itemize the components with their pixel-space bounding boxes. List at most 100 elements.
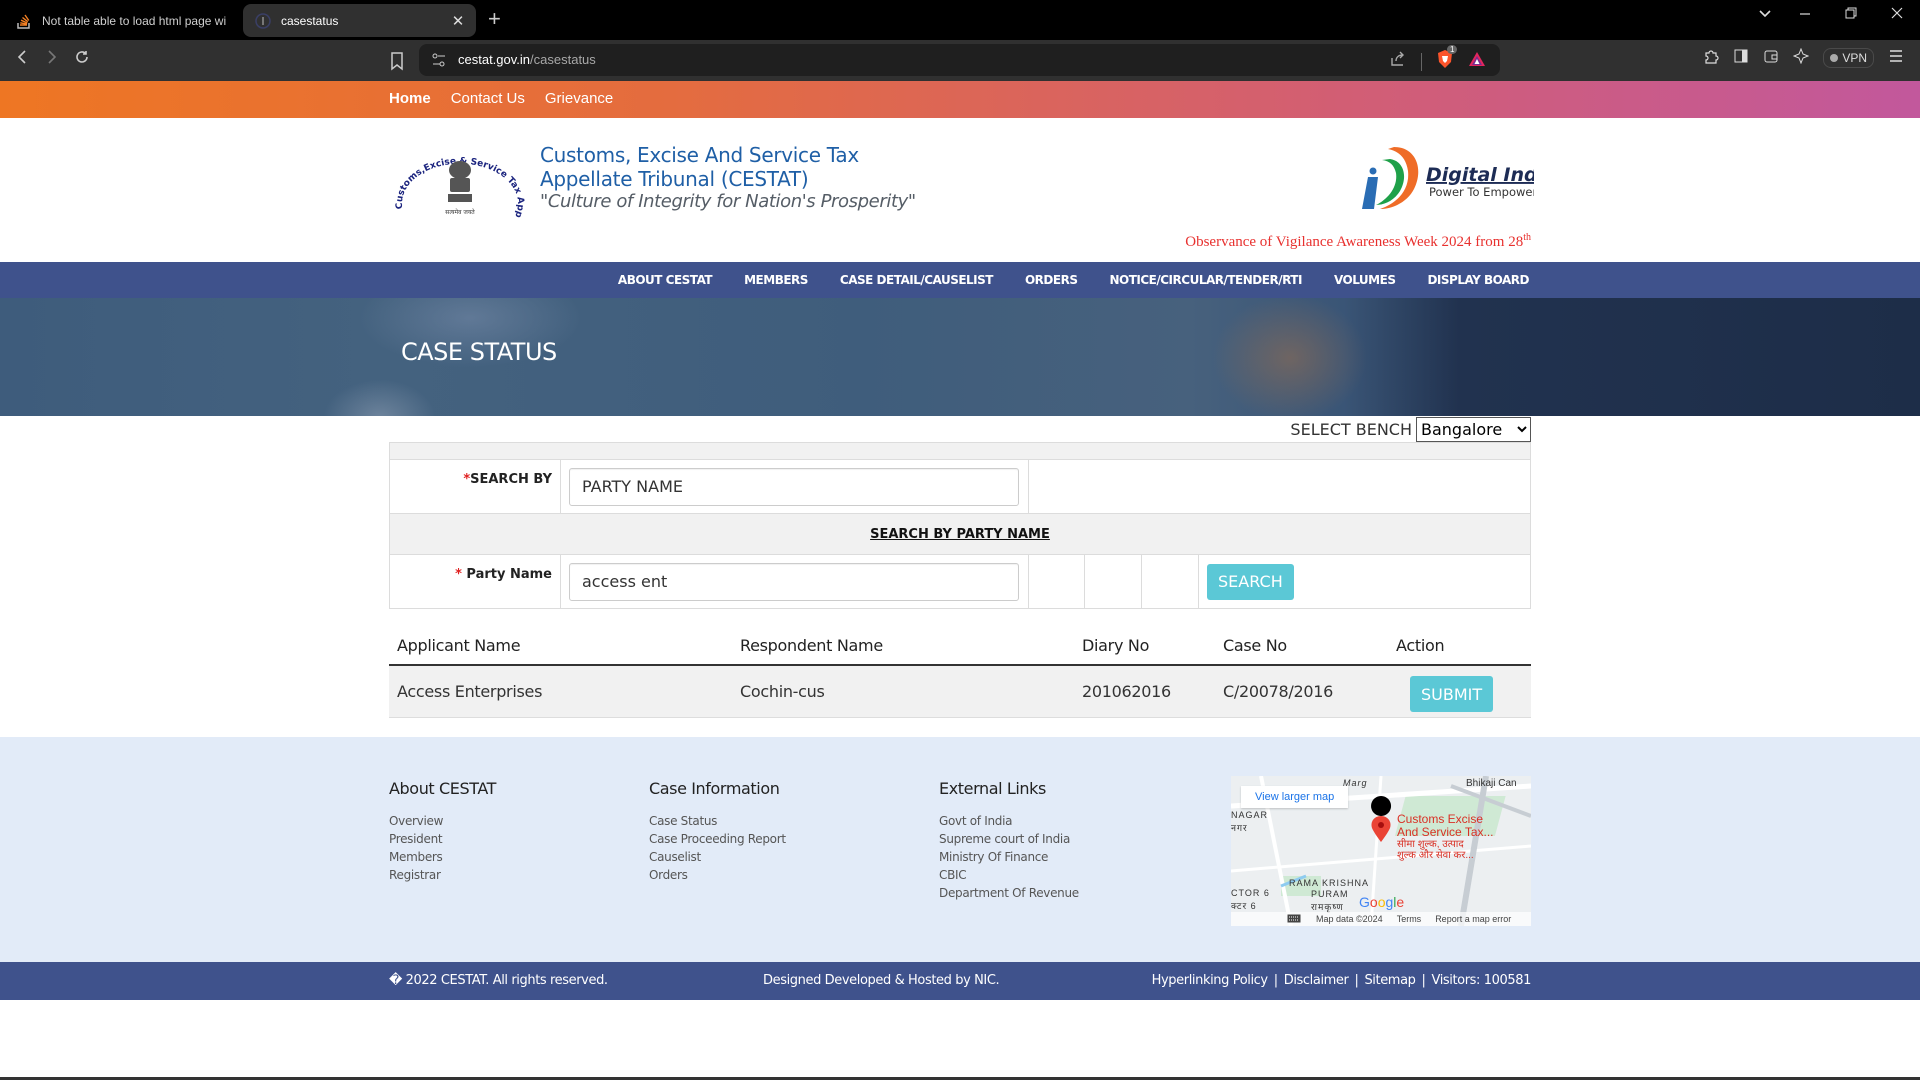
sidebar-icon[interactable]: [1733, 48, 1749, 68]
empty-cell: [1028, 554, 1085, 609]
search-form: *SEARCH BY SEARCH BY PARTY NAME * Party …: [389, 442, 1531, 609]
restore-icon[interactable]: [1836, 6, 1866, 25]
footer-link-causelist[interactable]: Causelist: [649, 848, 786, 866]
new-tab-button[interactable]: +: [488, 6, 501, 32]
close-window-icon[interactable]: [1882, 6, 1912, 25]
footer-link-cbic[interactable]: CBIC: [939, 866, 1079, 884]
footer-link-govt-of-india[interactable]: Govt of India: [939, 812, 1079, 830]
menu-notice-circular-tender-rti[interactable]: NOTICE/CIRCULAR/TENDER/RTI: [1109, 273, 1302, 287]
url-path: /casestatus: [530, 52, 596, 67]
google-logo: Google: [1359, 894, 1405, 910]
top-nav: Home Contact Us Grievance: [0, 81, 1920, 118]
separator: |: [1421, 973, 1426, 988]
page-title: CASE STATUS: [401, 338, 557, 366]
footer-link-overview[interactable]: Overview: [389, 812, 496, 830]
footer-link-ministry-of-finance[interactable]: Ministry Of Finance: [939, 848, 1079, 866]
leo-ai-icon[interactable]: [1792, 47, 1810, 68]
footer-link-registrar[interactable]: Registrar: [389, 866, 496, 884]
menu-display-board[interactable]: DISPLAY BOARD: [1427, 273, 1529, 287]
applicant-name-cell: Access Enterprises: [389, 665, 732, 718]
map-label: RAMA KRISHNA: [1289, 878, 1370, 888]
footer-link-department-of-revenue[interactable]: Department Of Revenue: [939, 884, 1079, 902]
empty-cell: [1084, 554, 1142, 609]
place-name-line2: And Service Tax...: [1397, 825, 1494, 839]
map-label: Bhikaji Can: [1466, 778, 1517, 789]
visitor-count: Visitors: 100581: [1431, 973, 1531, 988]
nav-contact-us-link[interactable]: Contact Us: [451, 90, 525, 107]
extensions-icon[interactable]: [1703, 48, 1719, 68]
footer-link-orders[interactable]: Orders: [649, 866, 786, 884]
footer-bottom-bar: � 2022 CESTAT. All rights reserved. Desi…: [0, 962, 1920, 1000]
org-title-line1: Customs, Excise And Service Tax: [540, 143, 859, 167]
address-bar[interactable]: cestat.gov.in/casestatus 1: [419, 44, 1500, 76]
map-label: नगर: [1231, 823, 1248, 833]
share-icon[interactable]: [1389, 50, 1407, 73]
tab-title: casestatus: [281, 13, 339, 28]
minimize-icon[interactable]: [1790, 6, 1820, 25]
party-name-input[interactable]: [569, 562, 1019, 601]
nav-home-link[interactable]: Home: [389, 90, 431, 107]
site-favicon: [255, 12, 271, 29]
hyperlinking-policy-link[interactable]: Hyperlinking Policy: [1152, 973, 1268, 988]
bench-select[interactable]: Bangalore: [1416, 417, 1531, 442]
web-page: Home Contact Us Grievance Customs,Excise…: [0, 81, 1920, 1080]
menu-members[interactable]: MEMBERS: [744, 273, 808, 287]
vigilance-sup: th: [1523, 232, 1531, 243]
brave-shields-icon[interactable]: 1: [1436, 45, 1458, 74]
cestat-emblem-logo[interactable]: Customs,Excise & Service Tax Appellate T…: [389, 129, 527, 228]
keyboard-shortcuts-icon[interactable]: [1287, 914, 1301, 925]
vpn-button[interactable]: VPN: [1823, 48, 1874, 68]
vigilance-text: Observance of Vigilance Awareness Week 2…: [1185, 234, 1524, 250]
bookmark-icon[interactable]: [386, 50, 408, 72]
stackoverflow-icon: [16, 13, 32, 29]
reload-icon[interactable]: [70, 48, 94, 71]
menu-orders[interactable]: ORDERS: [1025, 273, 1078, 287]
case-no-cell: C/20078/2016: [1215, 665, 1388, 718]
forward-icon[interactable]: [40, 48, 64, 71]
case-status-content: SELECT BENCH Bangalore *SEARCH BY SEARCH…: [0, 416, 1920, 737]
nav-grievance-link[interactable]: Grievance: [545, 90, 613, 107]
disclaimer-link[interactable]: Disclaimer: [1284, 973, 1349, 988]
results-table: Applicant Name Respondent Name Diary No …: [389, 627, 1531, 718]
search-by-field[interactable]: [569, 467, 1019, 506]
sitemap-link[interactable]: Sitemap: [1364, 973, 1415, 988]
col-diary-no: Diary No: [1074, 627, 1215, 666]
vigilance-notice[interactable]: Observance of Vigilance Awareness Week 2…: [1185, 232, 1531, 251]
menu-about-cestat[interactable]: ABOUT CESTAT: [618, 273, 713, 287]
footer-case-info-heading: Case Information: [649, 779, 780, 798]
map-report-error-link[interactable]: Report a map error: [1435, 914, 1511, 924]
view-larger-map-link[interactable]: View larger map: [1241, 786, 1349, 808]
browser-tab-casestatus[interactable]: casestatus ✕: [243, 4, 476, 37]
search-by-label-text: SEARCH BY: [470, 472, 552, 487]
browser-toolbar: cestat.gov.in/casestatus 1 VPN: [0, 40, 1920, 81]
separator: |: [1273, 973, 1278, 988]
footer-link-supreme-court[interactable]: Supreme court of India: [939, 830, 1079, 848]
submit-button[interactable]: SUBMIT: [1410, 676, 1494, 713]
page-banner: CASE STATUS: [0, 298, 1920, 416]
menu-icon[interactable]: [1888, 48, 1904, 68]
embedded-map[interactable]: View larger map Bhikaji Can NAGAR नगर RA…: [1231, 776, 1531, 926]
digital-india-logo[interactable]: Digital India Power To Empower: [1354, 143, 1557, 213]
back-icon[interactable]: [10, 48, 34, 71]
site-settings-icon[interactable]: [431, 52, 447, 68]
tab-search-dropdown-icon[interactable]: [1750, 6, 1780, 24]
wallet-icon[interactable]: [1763, 48, 1779, 68]
footer-link-case-proceeding-report[interactable]: Case Proceeding Report: [649, 830, 786, 848]
map-label: Marg: [1343, 778, 1368, 788]
party-name-label-text: Party Name: [461, 567, 552, 582]
close-tab-icon[interactable]: ✕: [448, 12, 468, 30]
browser-tab-bar: Not table able to load html page wi case…: [0, 0, 1920, 40]
separator: |: [1354, 973, 1359, 988]
footer-link-members[interactable]: Members: [389, 848, 496, 866]
search-button[interactable]: SEARCH: [1207, 563, 1294, 600]
browser-tab-stackoverflow[interactable]: Not table able to load html page wi: [12, 4, 234, 37]
menu-case-detail-causelist[interactable]: CASE DETAIL/CAUSELIST: [840, 273, 994, 287]
map-place-marker-label[interactable]: Customs Excise And Service Tax... सीमा श…: [1397, 813, 1494, 862]
map-terms-link[interactable]: Terms: [1397, 914, 1422, 924]
footer-about-heading: About CESTAT: [389, 779, 497, 798]
url-text[interactable]: cestat.gov.in/casestatus: [458, 52, 596, 67]
footer-link-case-status[interactable]: Case Status: [649, 812, 786, 830]
footer-link-president[interactable]: President: [389, 830, 496, 848]
brave-rewards-icon[interactable]: [1468, 50, 1486, 73]
menu-volumes[interactable]: VOLUMES: [1334, 273, 1396, 287]
